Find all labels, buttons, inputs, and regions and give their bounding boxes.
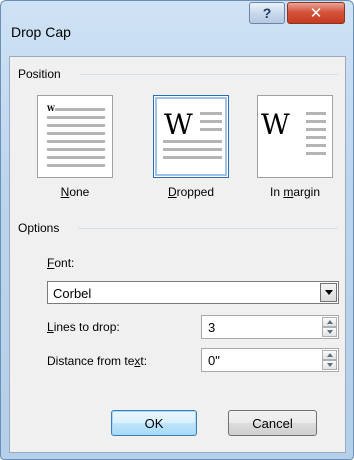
text-line-icon [47,148,105,151]
drop-cap-dialog: Drop Cap ? ✕ Position W None W Dropped W… [0,0,354,460]
dialog-body: Position W None W Dropped W In margin Op… [9,56,346,453]
position-group-label: Position [18,67,61,81]
spin-down-button[interactable] [322,327,337,337]
help-button[interactable]: ? [249,2,285,24]
text-line-icon [306,144,326,147]
options-group-label: Options [18,221,60,235]
text-line-icon [306,136,326,139]
w-letter-dropped: W [164,108,193,141]
text-line-icon [47,124,105,127]
lines-to-drop-input[interactable]: 3 [201,315,339,339]
text-line-icon [47,132,105,135]
text-line-icon [55,108,105,111]
distance-spinner [322,350,337,370]
in-margin-label: In margin [269,185,321,199]
text-line-icon [200,112,222,115]
w-letter-margin: W [261,108,290,141]
spin-up-button[interactable] [322,317,337,327]
spin-up-button[interactable] [322,350,337,360]
text-line-icon [200,128,222,131]
arrow-up-icon [326,320,333,324]
lines-to-drop-label: Lines to drop: [47,320,120,334]
distance-value: 0" [208,353,220,368]
arrow-up-icon [326,353,333,357]
text-line-icon [306,128,326,131]
text-line-icon [200,120,222,123]
window-title: Drop Cap [11,24,71,40]
w-letter-small: W [47,104,55,113]
font-label: Font: [47,256,75,270]
title-bar[interactable]: Drop Cap ? ✕ [1,1,353,47]
text-line-icon [47,116,105,119]
cancel-button[interactable]: Cancel [228,410,317,436]
chevron-down-icon [324,290,333,295]
text-line-icon [306,112,326,115]
text-line-icon [47,156,105,159]
dropdown-arrow-button[interactable] [320,283,337,302]
position-divider [80,74,338,75]
font-dropdown[interactable]: Corbel [47,281,339,304]
ok-button[interactable]: OK [111,410,197,436]
dropped-label: Dropped [167,185,215,199]
help-icon: ? [262,5,272,21]
close-button[interactable]: ✕ [287,2,345,24]
arrow-down-icon [326,330,333,334]
close-icon: ✕ [309,5,323,22]
text-line-icon [306,120,326,123]
dropcap-dropped-option[interactable]: W [153,95,229,178]
text-line-icon [306,152,326,155]
distance-from-text-input[interactable]: 0" [201,348,339,372]
none-label: None [60,185,90,199]
options-divider [78,228,338,229]
dropcap-none-option[interactable]: W [37,95,113,178]
font-value: Corbel [53,286,92,301]
text-line-icon [163,140,222,143]
text-line-icon [47,140,105,143]
spin-down-button[interactable] [322,360,337,370]
dropcap-in-margin-option[interactable]: W [257,95,333,178]
arrow-down-icon [326,363,333,367]
lines-to-drop-value: 3 [208,320,216,335]
text-line-icon [163,148,222,151]
text-line-icon [47,164,105,167]
lines-to-drop-spinner [322,317,337,337]
distance-from-text-label: Distance from text: [47,354,148,368]
text-line-icon [163,156,222,159]
